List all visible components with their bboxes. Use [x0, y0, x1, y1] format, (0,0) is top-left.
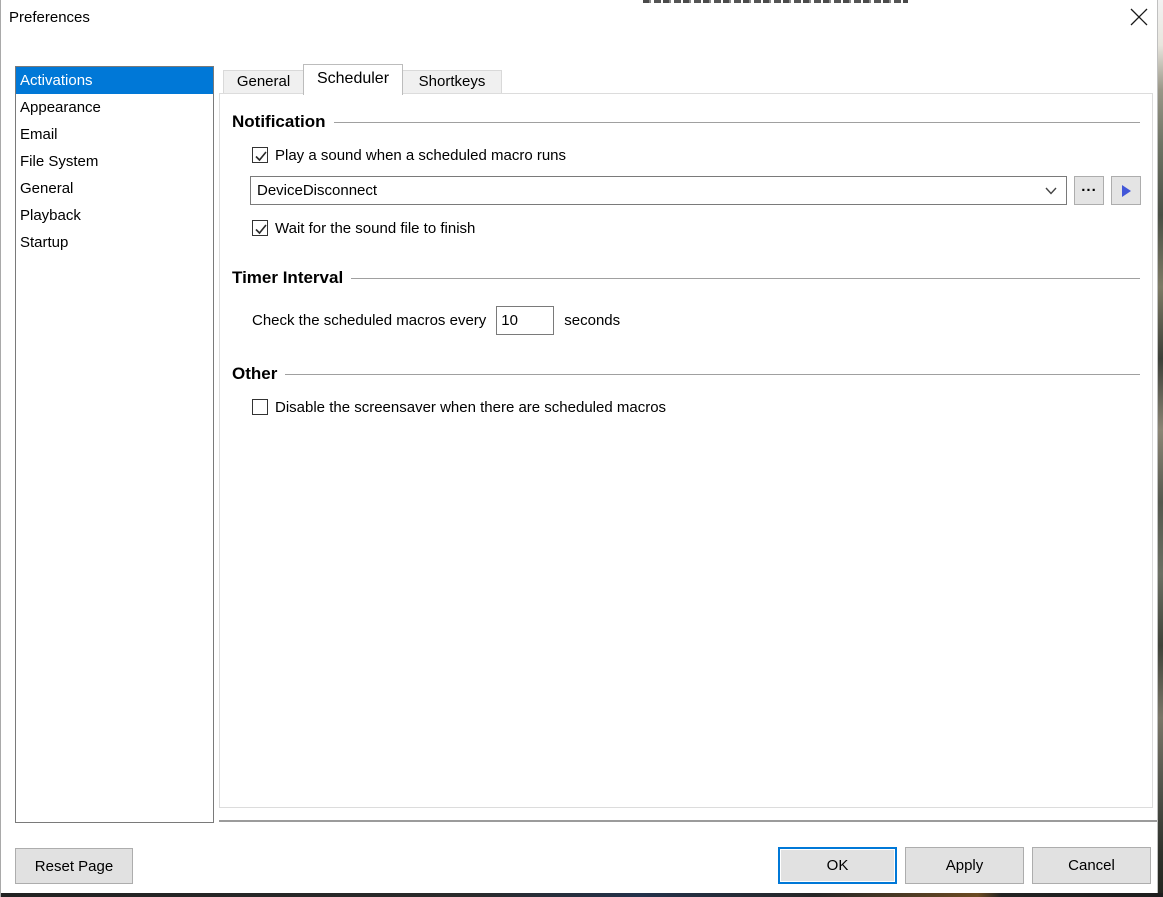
- preferences-dialog: Preferences Activations Appearance Email…: [0, 0, 1163, 897]
- play-sound-label: Play a sound when a scheduled macro runs: [275, 147, 566, 164]
- timer-interval-section-title: Timer Interval: [232, 268, 343, 288]
- background-window-text-clipped: [643, 0, 908, 3]
- tab-general[interactable]: General: [223, 70, 304, 94]
- tab-shortkeys[interactable]: Shortkeys: [402, 70, 502, 94]
- sidebar-item-file-system[interactable]: File System: [16, 148, 213, 175]
- sidebar-item-general[interactable]: General: [16, 175, 213, 202]
- play-icon: [1122, 185, 1131, 197]
- section-divider: [285, 374, 1140, 375]
- other-section-title: Other: [232, 364, 277, 384]
- ok-button[interactable]: OK: [778, 847, 897, 884]
- section-divider: [351, 278, 1140, 279]
- cancel-button[interactable]: Cancel: [1032, 847, 1151, 884]
- timer-interval-suffix: seconds: [564, 312, 620, 329]
- scheduler-tab-panel: Notification Play a sound when a schedul…: [219, 93, 1153, 808]
- wait-sound-checkbox[interactable]: [252, 220, 268, 236]
- play-sound-checkbox[interactable]: [252, 147, 268, 163]
- sidebar-item-email[interactable]: Email: [16, 121, 213, 148]
- close-button[interactable]: [1125, 6, 1153, 32]
- other-section-header: Other: [232, 364, 1140, 384]
- checkmark-icon: [254, 149, 268, 163]
- play-sound-preview-button[interactable]: [1111, 176, 1141, 205]
- screensaver-row: Disable the screensaver when there are s…: [252, 398, 1152, 416]
- dialog-title: Preferences: [9, 9, 90, 26]
- notification-section-title: Notification: [232, 112, 326, 132]
- notification-section-header: Notification: [232, 112, 1140, 132]
- category-list: Activations Appearance Email File System…: [15, 66, 214, 823]
- play-sound-row: Play a sound when a scheduled macro runs: [252, 146, 1152, 164]
- sidebar-item-activations[interactable]: Activations: [16, 67, 213, 94]
- close-icon: [1130, 8, 1148, 31]
- sidebar-item-startup[interactable]: Startup: [16, 229, 213, 256]
- wait-sound-row: Wait for the sound file to finish: [252, 219, 1152, 237]
- apply-button[interactable]: Apply: [905, 847, 1024, 884]
- footer-buttons: OK Apply Cancel: [778, 847, 1151, 884]
- timer-interval-section-header: Timer Interval: [232, 268, 1140, 288]
- screensaver-checkbox[interactable]: [252, 399, 268, 415]
- checkmark-icon: [254, 222, 268, 236]
- wait-sound-label: Wait for the sound file to finish: [275, 220, 475, 237]
- sound-file-row: DeviceDisconnect ...: [250, 176, 1152, 205]
- timer-interval-row: Check the scheduled macros every seconds: [252, 306, 1152, 335]
- ellipsis-icon: ...: [1081, 178, 1097, 195]
- section-divider: [334, 122, 1141, 123]
- timer-interval-input[interactable]: [496, 306, 554, 335]
- browse-sound-button[interactable]: ...: [1074, 176, 1104, 205]
- sound-file-value: DeviceDisconnect: [251, 182, 1036, 199]
- sidebar-item-playback[interactable]: Playback: [16, 202, 213, 229]
- chevron-down-icon[interactable]: [1036, 187, 1066, 195]
- background-screen-edge: [1157, 0, 1163, 897]
- sound-file-combobox[interactable]: DeviceDisconnect: [250, 176, 1067, 205]
- screensaver-label: Disable the screensaver when there are s…: [275, 399, 666, 416]
- sidebar-item-appearance[interactable]: Appearance: [16, 94, 213, 121]
- timer-interval-prefix: Check the scheduled macros every: [252, 312, 486, 329]
- footer-divider: [219, 820, 1158, 822]
- background-screen-edge-bottom: [1, 893, 1163, 897]
- tab-scheduler[interactable]: Scheduler: [303, 64, 403, 95]
- reset-page-button[interactable]: Reset Page: [15, 848, 133, 884]
